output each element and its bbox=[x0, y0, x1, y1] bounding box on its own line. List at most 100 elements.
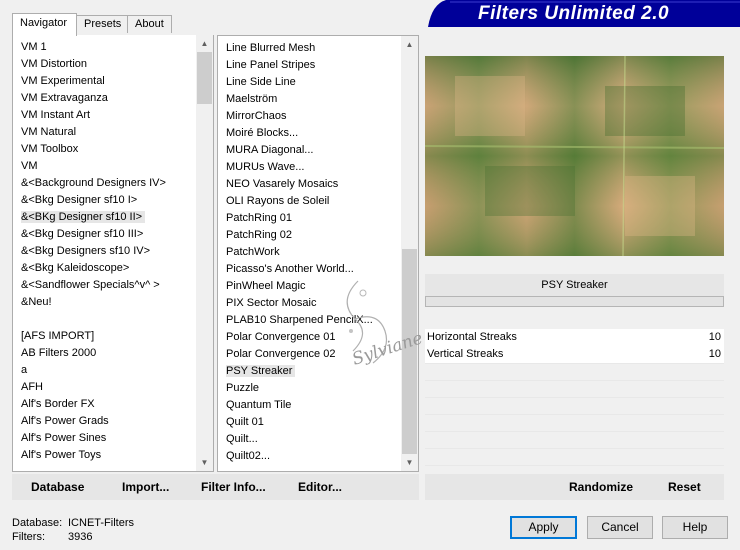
list-item[interactable]: VM bbox=[13, 158, 196, 175]
list-item[interactable]: &<BKg Designer sf10 II> bbox=[13, 209, 196, 226]
parameter-row[interactable]: Vertical Streaks 10 bbox=[425, 346, 724, 364]
title-banner: Filters Unlimited 2.0 bbox=[428, 0, 740, 27]
tab-about[interactable]: About bbox=[127, 15, 172, 33]
list-item-label: &<Background Designers IV> bbox=[21, 177, 166, 189]
right-button-bar: Randomize Reset bbox=[425, 474, 724, 500]
list-item-label: VM Extravaganza bbox=[21, 92, 108, 104]
list-item[interactable]: &<Sandflower Specials^v^ > bbox=[13, 277, 196, 294]
list-item[interactable]: VM 1 bbox=[13, 39, 196, 56]
list-item[interactable]: &<Bkg Designer sf10 III> bbox=[13, 226, 196, 243]
list-item[interactable]: a bbox=[13, 362, 196, 379]
list-item[interactable]: Line Blurred Mesh bbox=[218, 40, 401, 57]
parameter-panel: Horizontal Streaks 10 Vertical Streaks 1… bbox=[425, 329, 724, 469]
list-item[interactable]: MURUs Wave... bbox=[218, 159, 401, 176]
list-item[interactable]: OLI Rayons de Soleil bbox=[218, 193, 401, 210]
list-item-label: Alf's Power Grads bbox=[21, 415, 109, 427]
list-item[interactable]: Line Side Line bbox=[218, 74, 401, 91]
list-item[interactable]: Alf's Border FX bbox=[13, 396, 196, 413]
list-item[interactable] bbox=[13, 311, 196, 328]
list-item-label: MURA Diagonal... bbox=[226, 144, 314, 156]
list-item[interactable]: &<Bkg Designers sf10 IV> bbox=[13, 243, 196, 260]
list-item[interactable]: &<Bkg Designer sf10 I> bbox=[13, 192, 196, 209]
list-item-label: VM Experimental bbox=[21, 75, 105, 87]
list-item-label: PIX Sector Mosaic bbox=[226, 297, 317, 309]
list-item-label: Quilt02... bbox=[226, 450, 271, 462]
list-item[interactable]: Puzzle bbox=[218, 380, 401, 397]
category-list-panel: VM 1 VM Distortion VM Experimental VM Extra… bbox=[12, 35, 214, 472]
list-item[interactable]: NEO Vasarely Mosaics bbox=[218, 176, 401, 193]
list-item[interactable]: VM Extravaganza bbox=[13, 90, 196, 107]
list-item-label: AFH bbox=[21, 381, 43, 393]
category-list[interactable]: VM 1 VM Distortion VM Experimental VM Extra… bbox=[13, 39, 196, 471]
scroll-up-arrow-icon[interactable]: ▲ bbox=[196, 35, 213, 52]
list-item[interactable]: Alf's Power Toys bbox=[13, 447, 196, 464]
list-item-label: NEO Vasarely Mosaics bbox=[226, 178, 339, 190]
parameter-name: Horizontal Streaks bbox=[427, 331, 517, 343]
list-item[interactable]: Quilt... bbox=[218, 431, 401, 448]
list-item[interactable]: &<Background Designers IV> bbox=[13, 175, 196, 192]
import-button[interactable]: Import... bbox=[122, 474, 169, 500]
list-item[interactable]: Alf's Power Sines bbox=[13, 430, 196, 447]
list-item[interactable]: Line Panel Stripes bbox=[218, 57, 401, 74]
list-item-label: a bbox=[21, 364, 28, 376]
list-item[interactable]: &<Bkg Kaleidoscope> bbox=[13, 260, 196, 277]
empty-parameter-row bbox=[425, 381, 724, 398]
list-item[interactable]: Quilt 01 bbox=[218, 414, 401, 431]
list-item[interactable]: AFH bbox=[13, 379, 196, 396]
list-item-label: PatchRing 01 bbox=[226, 212, 293, 224]
list-item[interactable]: Maelström bbox=[218, 91, 401, 108]
list-item[interactable]: Alf's Power Grads bbox=[13, 413, 196, 430]
list-item[interactable]: Quantum Tile bbox=[218, 397, 401, 414]
help-button[interactable]: Help bbox=[662, 516, 728, 539]
watermark-flourish-icon bbox=[346, 280, 388, 364]
list-item-label: MURUs Wave... bbox=[226, 161, 305, 173]
list-item[interactable]: VM Natural bbox=[13, 124, 196, 141]
list-item-label: &<Bkg Designer sf10 III> bbox=[21, 228, 144, 240]
scroll-down-arrow-icon[interactable]: ▼ bbox=[196, 454, 213, 471]
list-item[interactable]: MURA Diagonal... bbox=[218, 142, 401, 159]
parameter-value: 10 bbox=[708, 348, 721, 360]
filter-name-label: PSY Streaker bbox=[425, 274, 724, 296]
list-item[interactable]: [AFS IMPORT] bbox=[13, 328, 196, 345]
list-item-label: [AFS IMPORT] bbox=[21, 330, 95, 342]
empty-parameter-row bbox=[425, 449, 724, 466]
list-item[interactable]: PatchRing 02 bbox=[218, 227, 401, 244]
list-item-label: Alf's Border FX bbox=[21, 398, 95, 410]
scroll-down-arrow-icon[interactable]: ▼ bbox=[401, 454, 418, 471]
list-item-label: PatchRing 02 bbox=[226, 229, 293, 241]
database-button[interactable]: Database bbox=[31, 474, 84, 500]
filter-list[interactable]: Line Blurred Mesh Line Panel Stripes Line … bbox=[218, 40, 401, 471]
list-item-label: Puzzle bbox=[226, 382, 260, 394]
list-item[interactable]: Quilt02... bbox=[218, 448, 401, 465]
scroll-up-arrow-icon[interactable]: ▲ bbox=[401, 36, 418, 53]
list-item[interactable]: PatchRing 01 bbox=[218, 210, 401, 227]
tab-navigator[interactable]: Navigator bbox=[12, 13, 77, 36]
list-item-label: VM Toolbox bbox=[21, 143, 79, 155]
status-area: Database: ICNET-Filters Filters: 3936 bbox=[12, 516, 134, 544]
filter-list-panel: Line Blurred Mesh Line Panel Stripes Line … bbox=[217, 35, 425, 472]
list-item[interactable]: VM Instant Art bbox=[13, 107, 196, 124]
scroll-thumb[interactable] bbox=[197, 52, 212, 104]
category-scrollbar[interactable]: ▲ ▼ bbox=[196, 35, 213, 471]
cancel-button[interactable]: Cancel bbox=[587, 516, 653, 539]
tab-presets[interactable]: Presets bbox=[76, 15, 128, 33]
list-item[interactable]: VM Experimental bbox=[13, 73, 196, 90]
parameter-row[interactable]: Horizontal Streaks 10 bbox=[425, 329, 724, 347]
list-item-label: &<Bkg Kaleidoscope> bbox=[21, 262, 130, 274]
list-item[interactable]: &Neu! bbox=[13, 294, 196, 311]
list-item[interactable]: MirrorChaos bbox=[218, 108, 401, 125]
list-item-label: Quilt... bbox=[226, 433, 258, 445]
preview-texture bbox=[425, 56, 724, 256]
list-item[interactable]: VM Distortion bbox=[13, 56, 196, 73]
editor-button[interactable]: Editor... bbox=[298, 474, 342, 500]
apply-button[interactable]: Apply bbox=[510, 516, 577, 539]
list-item-label: &Neu! bbox=[21, 296, 52, 308]
filter-info-button[interactable]: Filter Info... bbox=[201, 474, 266, 500]
randomize-button[interactable]: Randomize bbox=[569, 474, 633, 500]
filter-scrollbar[interactable]: ▲ ▼ bbox=[401, 36, 418, 471]
reset-button[interactable]: Reset bbox=[668, 474, 701, 500]
list-item[interactable]: VM Toolbox bbox=[13, 141, 196, 158]
list-item[interactable]: AB Filters 2000 bbox=[13, 345, 196, 362]
list-item[interactable]: Moiré Blocks... bbox=[218, 125, 401, 142]
list-item[interactable]: PatchWork bbox=[218, 244, 401, 261]
